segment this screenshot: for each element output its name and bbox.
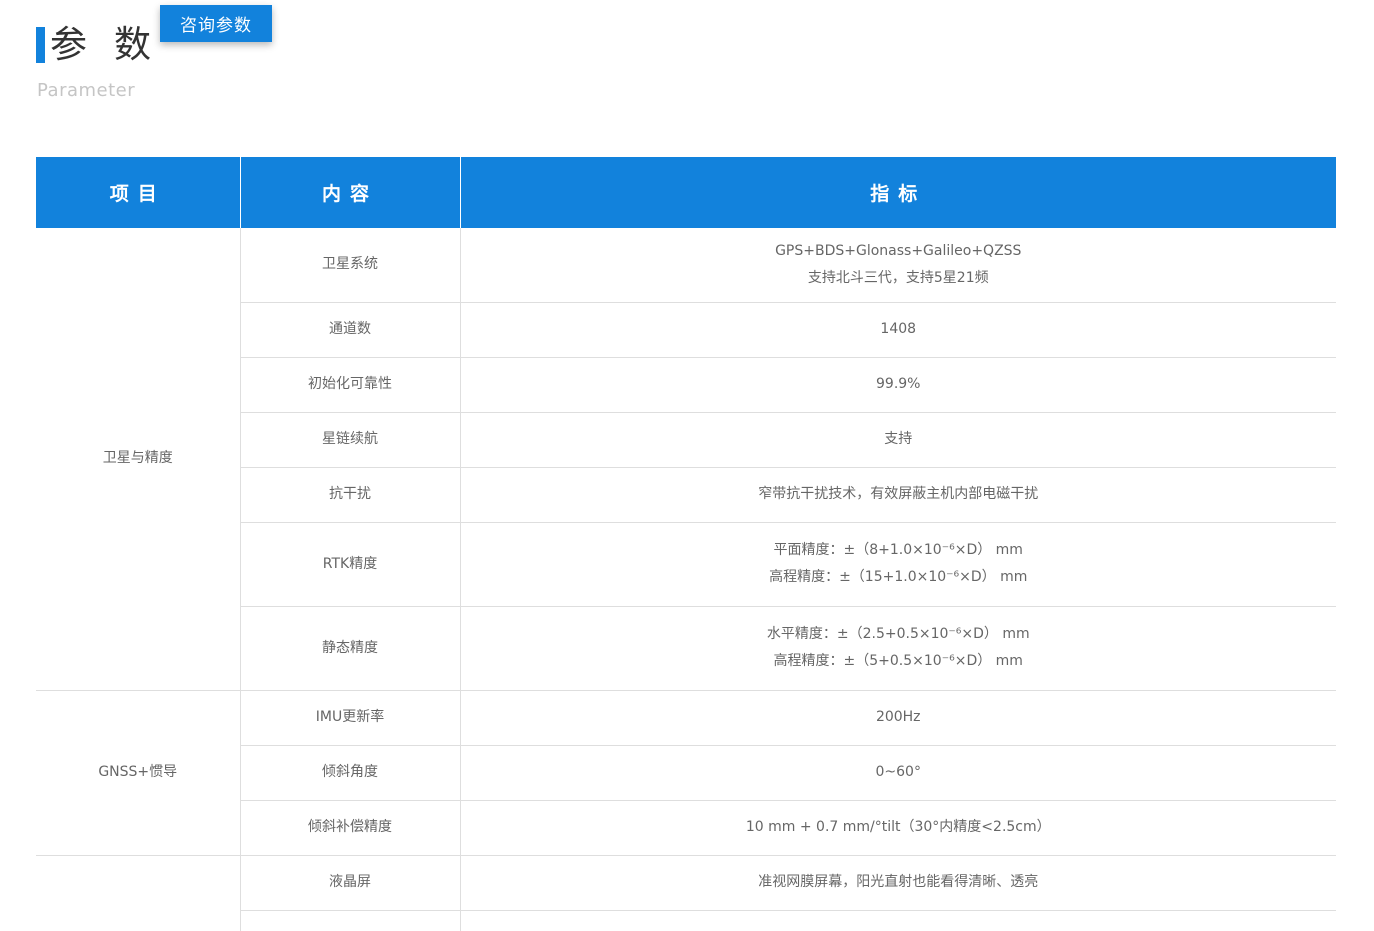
item-label-cell: 抗干扰 — [240, 467, 460, 522]
page-title-text: 参数 — [50, 26, 178, 63]
spec-value-cell: 窄带抗干扰技术，有效屏蔽主机内部电磁干扰 — [460, 467, 1336, 522]
spec-value-cell: 200Hz — [460, 690, 1336, 745]
spec-value-line: 高程精度：±（15+1.0×10⁻⁶×D） mm — [471, 564, 1327, 591]
column-header: 内容 — [240, 157, 460, 228]
spec-value-cell: 1408 — [460, 302, 1336, 357]
spec-value-cell — [460, 910, 1336, 931]
table-body: 卫星与精度卫星系统GPS+BDS+Glonass+Galileo+QZSS支持北… — [36, 228, 1336, 931]
item-label-cell: IMU更新率 — [240, 690, 460, 745]
table-row: 液晶屏准视网膜屏幕，阳光直射也能看得清晰、透亮 — [36, 855, 1336, 910]
page: 咨询参数 参数 Parameter 项目内容指标 卫星与精度卫星系统GPS+BD… — [0, 0, 1374, 931]
item-label-cell: 倾斜角度 — [240, 745, 460, 800]
title-accent-bar — [36, 27, 45, 63]
spec-value-line: 支持 — [471, 426, 1327, 453]
spec-value-line: 支持北斗三代，支持5星21频 — [471, 265, 1327, 292]
spec-value-line: GPS+BDS+Glonass+Galileo+QZSS — [471, 238, 1327, 265]
spec-value-line: 窄带抗干扰技术，有效屏蔽主机内部电磁干扰 — [471, 481, 1327, 508]
spec-value-cell: 水平精度：±（2.5+0.5×10⁻⁶×D） mm高程精度：±（5+0.5×10… — [460, 606, 1336, 690]
table-row: GNSS+惯导IMU更新率200Hz — [36, 690, 1336, 745]
spec-value-line: 10 mm + 0.7 mm/°tilt（30°内精度<2.5cm） — [471, 814, 1327, 841]
spec-value-cell: 0~60° — [460, 745, 1336, 800]
table-row: 卫星与精度卫星系统GPS+BDS+Glonass+Galileo+QZSS支持北… — [36, 228, 1336, 302]
item-label-cell: 倾斜补偿精度 — [240, 800, 460, 855]
spec-value-cell: 准视网膜屏幕，阳光直射也能看得清晰、透亮 — [460, 855, 1336, 910]
item-label-cell: 星链续航 — [240, 412, 460, 467]
spec-value-cell: GPS+BDS+Glonass+Galileo+QZSS支持北斗三代，支持5星2… — [460, 228, 1336, 302]
spec-value-line: 99.9% — [471, 371, 1327, 398]
spec-value-line: 高程精度：±（5+0.5×10⁻⁶×D） mm — [471, 648, 1327, 675]
item-label-cell: 初始化可靠性 — [240, 357, 460, 412]
column-header: 指标 — [460, 157, 1336, 228]
item-label-cell: 静态精度 — [240, 606, 460, 690]
spec-value-line: 0~60° — [471, 759, 1327, 786]
item-label-cell: 卫星系统 — [240, 228, 460, 302]
spec-value-line: 1408 — [471, 316, 1327, 343]
spec-value-line: 水平精度：±（2.5+0.5×10⁻⁶×D） mm — [471, 621, 1327, 648]
consult-params-button[interactable]: 咨询参数 — [160, 5, 272, 42]
table-header-row: 项目内容指标 — [36, 157, 1336, 228]
item-label-cell — [240, 910, 460, 931]
spec-value-cell: 10 mm + 0.7 mm/°tilt（30°内精度<2.5cm） — [460, 800, 1336, 855]
spec-value-line: 200Hz — [471, 704, 1327, 731]
group-cell: 卫星与精度 — [36, 228, 240, 690]
item-label-cell: 通道数 — [240, 302, 460, 357]
spec-value-cell: 99.9% — [460, 357, 1336, 412]
page-subtitle: Parameter — [37, 80, 135, 101]
page-title: 参数 — [36, 26, 178, 63]
group-cell — [36, 855, 240, 931]
spec-value-cell: 平面精度：±（8+1.0×10⁻⁶×D） mm高程精度：±（15+1.0×10⁻… — [460, 522, 1336, 606]
item-label-cell: RTK精度 — [240, 522, 460, 606]
column-header: 项目 — [36, 157, 240, 228]
spec-value-line: 平面精度：±（8+1.0×10⁻⁶×D） mm — [471, 537, 1327, 564]
item-label-cell: 液晶屏 — [240, 855, 460, 910]
group-cell: GNSS+惯导 — [36, 690, 240, 855]
spec-value-cell: 支持 — [460, 412, 1336, 467]
spec-value-line: 准视网膜屏幕，阳光直射也能看得清晰、透亮 — [471, 869, 1327, 896]
spec-table: 项目内容指标 卫星与精度卫星系统GPS+BDS+Glonass+Galileo+… — [36, 157, 1336, 931]
